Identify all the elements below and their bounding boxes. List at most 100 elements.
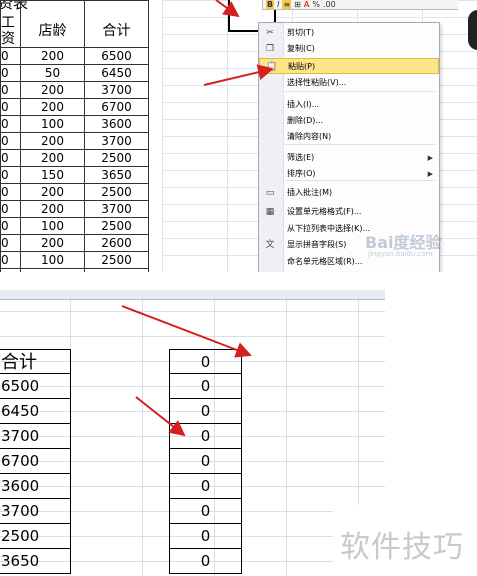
- table-row: 0 200 3700: [0, 200, 149, 218]
- cell-tenure[interactable]: 150: [20, 166, 85, 184]
- cell-total[interactable]: 2500: [84, 149, 149, 167]
- cell-salary[interactable]: 0: [0, 217, 21, 235]
- paste-icon: 📋: [266, 62, 278, 72]
- cell-tenure[interactable]: 100: [20, 115, 85, 133]
- decimal-button[interactable]: .00: [323, 0, 336, 9]
- menu-item[interactable]: 删除(D)...: [259, 113, 439, 129]
- cell-total[interactable]: 6500: [84, 47, 149, 65]
- cell-total[interactable]: 2500: [84, 251, 149, 269]
- result-cell[interactable]: 0: [170, 449, 241, 474]
- menu-item[interactable]: 排序(O) ▶: [259, 166, 439, 182]
- result-cell[interactable]: 0: [170, 424, 241, 449]
- cell-salary[interactable]: 0: [0, 132, 21, 150]
- cell-total[interactable]: 3700: [84, 200, 149, 218]
- table-row: 0 200 2500: [0, 183, 149, 201]
- total-header[interactable]: 合计: [0, 349, 70, 374]
- total-cell[interactable]: 3600: [0, 474, 70, 499]
- cell-tenure[interactable]: 50: [20, 64, 85, 82]
- menu-item-label: 剪切(T): [287, 28, 315, 37]
- table-row: 0 200 3700: [0, 132, 149, 150]
- cell-tenure[interactable]: 200: [20, 81, 85, 99]
- top-screenshot-panel: 资表 工资 店龄 合计 0 200 6500 0 50 6450 0 200 3700 0 200 6…: [0, 0, 477, 272]
- result-cell[interactable]: 0: [170, 524, 241, 549]
- cell-salary[interactable]: 0: [0, 166, 21, 184]
- phonetic-icon: 文: [265, 240, 275, 250]
- format-cells-icon: ▦: [265, 207, 275, 217]
- cell-tenure[interactable]: 200: [20, 132, 85, 150]
- menu-item[interactable]: 📋 粘贴(P): [259, 58, 439, 74]
- header-salary[interactable]: 工资: [0, 0, 21, 48]
- menu-item[interactable]: 选择性粘贴(V)...: [259, 75, 439, 91]
- cell-tenure[interactable]: 200: [20, 98, 85, 116]
- cell-tenure[interactable]: 200: [20, 200, 85, 218]
- cell-salary[interactable]: 0: [0, 115, 21, 133]
- cell-tenure[interactable]: 50: [20, 268, 85, 272]
- cell-salary[interactable]: 0: [0, 47, 21, 65]
- menu-item[interactable]: ▦ 设置单元格格式(F)...: [259, 204, 439, 220]
- menu-item[interactable]: 筛选(E) ▶: [259, 150, 439, 166]
- cell-tenure[interactable]: 200: [20, 47, 85, 65]
- menu-item[interactable]: 插入(I)...: [259, 97, 439, 113]
- menu-item[interactable]: ❐ 复制(C): [259, 41, 439, 57]
- result-cell[interactable]: 0: [170, 499, 241, 524]
- cell-total[interactable]: 3650: [84, 166, 149, 184]
- border-button[interactable]: ⊞: [294, 0, 301, 9]
- cell-total[interactable]: 3700: [84, 81, 149, 99]
- header-total[interactable]: 合计: [84, 0, 149, 48]
- cell-total[interactable]: 6700: [84, 98, 149, 116]
- total-cell[interactable]: 3700: [0, 499, 70, 524]
- cell-tenure[interactable]: 200: [20, 234, 85, 252]
- cell-total[interactable]: 2500: [84, 183, 149, 201]
- cell-total[interactable]: 3700: [84, 132, 149, 150]
- baidu-watermark-url: jingyan.baidu.com: [368, 250, 433, 258]
- cell-total[interactable]: 2600: [84, 234, 149, 252]
- font-color-button[interactable]: A: [304, 0, 309, 9]
- mini-format-toolbar[interactable]: B I ≡ ⊞ A % .00: [262, 0, 458, 10]
- site-watermark-text: 软件技巧: [340, 530, 464, 565]
- percent-button[interactable]: %: [312, 0, 320, 9]
- cell-total[interactable]: 3600: [84, 115, 149, 133]
- cell-total[interactable]: 3550: [84, 268, 149, 272]
- table-row: 0 100 3600: [0, 115, 149, 133]
- menu-item[interactable]: ▭ 插入批注(M): [259, 185, 439, 201]
- menu-item[interactable]: 清除内容(N): [259, 129, 439, 145]
- menu-item-label: 插入(I)...: [287, 100, 320, 109]
- total-cell[interactable]: 6450: [0, 399, 70, 424]
- cell-tenure[interactable]: 100: [20, 251, 85, 269]
- cell-salary[interactable]: 0: [0, 64, 21, 82]
- table-row: 0 200 6500: [0, 47, 149, 65]
- cell-salary[interactable]: 0: [0, 251, 21, 269]
- total-cell[interactable]: 6700: [0, 449, 70, 474]
- cell-salary[interactable]: 0: [0, 200, 21, 218]
- result-cell[interactable]: 0: [170, 374, 241, 399]
- italic-button[interactable]: I: [277, 0, 279, 9]
- total-cell[interactable]: 2500: [0, 524, 70, 549]
- cell-tenure[interactable]: 100: [20, 217, 85, 235]
- cell-salary[interactable]: 0: [0, 183, 21, 201]
- result-cell[interactable]: 0: [170, 474, 241, 499]
- cell-tenure[interactable]: 200: [20, 183, 85, 201]
- result-cell[interactable]: 0: [170, 349, 241, 374]
- cell-tenure[interactable]: 200: [20, 149, 85, 167]
- cell-total[interactable]: 6450: [84, 64, 149, 82]
- result-cell[interactable]: 0: [170, 549, 241, 574]
- cell-total[interactable]: 2500: [84, 217, 149, 235]
- menu-item[interactable]: ✂ 剪切(T): [259, 25, 439, 41]
- total-cell[interactable]: 3650: [0, 549, 70, 574]
- header-tenure[interactable]: 店龄: [20, 0, 85, 48]
- total-cell[interactable]: 6500: [0, 374, 70, 399]
- cell-salary[interactable]: 0: [0, 234, 21, 252]
- total-cell[interactable]: 3700: [0, 424, 70, 449]
- cell-salary[interactable]: 0: [0, 149, 21, 167]
- menu-item-label: 插入批注(M): [287, 188, 333, 197]
- result-cell[interactable]: 0: [170, 399, 241, 424]
- menu-separator: [285, 91, 435, 92]
- cell-salary[interactable]: 0: [0, 81, 21, 99]
- submenu-arrow-icon: ▶: [427, 154, 433, 162]
- cell-salary[interactable]: 0: [0, 268, 21, 272]
- bold-button[interactable]: B: [266, 0, 275, 9]
- menu-item-label: 设置单元格格式(F)...: [287, 207, 362, 216]
- table-row: 0 150 3650: [0, 166, 149, 184]
- cell-salary[interactable]: 0: [0, 98, 21, 116]
- align-button[interactable]: ≡: [282, 0, 292, 9]
